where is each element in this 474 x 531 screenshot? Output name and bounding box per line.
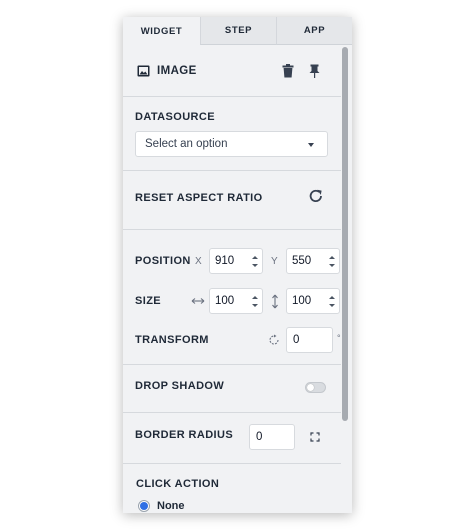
spinner-icon[interactable] xyxy=(252,296,258,307)
rotate-icon xyxy=(268,334,280,346)
horizontal-resize-icon xyxy=(191,296,205,306)
radio-selected-dot xyxy=(140,502,148,510)
position-y-input[interactable]: 550 xyxy=(286,248,340,274)
tab-widget[interactable]: WIDGET xyxy=(123,17,200,45)
position-x-value: 910 xyxy=(215,255,235,267)
position-x-input[interactable]: 910 xyxy=(209,248,263,274)
divider xyxy=(123,463,341,464)
click-action-radio-none[interactable] xyxy=(138,500,150,512)
datasource-select-value: Select an option xyxy=(145,138,228,150)
click-action-label: CLICK ACTION xyxy=(136,478,220,490)
position-y-label: Y xyxy=(271,256,278,267)
size-height-input[interactable]: 100 xyxy=(286,288,340,314)
toggle-knob xyxy=(307,384,314,391)
border-radius-label: BORDER RADIUS xyxy=(135,429,234,441)
refresh-icon[interactable] xyxy=(308,188,324,204)
drop-shadow-label: DROP SHADOW xyxy=(135,380,225,392)
scrollbar[interactable] xyxy=(341,45,349,513)
size-height-value: 100 xyxy=(292,295,312,307)
size-width-input[interactable]: 100 xyxy=(209,288,263,314)
tab-app[interactable]: APP xyxy=(276,17,352,45)
divider xyxy=(123,96,341,97)
transform-input[interactable]: 0 xyxy=(286,327,333,353)
border-radius-input[interactable]: 0 xyxy=(249,424,295,450)
border-radius-value: 0 xyxy=(256,431,263,443)
panel-tabs: WIDGET STEP APP xyxy=(123,17,352,45)
datasource-select[interactable]: Select an option xyxy=(135,131,328,157)
divider xyxy=(123,229,341,230)
reset-aspect-ratio-label: RESET ASPECT RATIO xyxy=(135,192,263,204)
chevron-down-icon xyxy=(308,143,314,147)
vertical-resize-icon xyxy=(271,294,279,309)
spinner-icon[interactable] xyxy=(252,256,258,267)
position-x-label: X xyxy=(195,256,202,267)
click-action-option-none: None xyxy=(157,500,185,512)
transform-value: 0 xyxy=(293,334,300,346)
scrollbar-thumb[interactable] xyxy=(342,47,348,421)
divider xyxy=(123,364,341,365)
widget-title: IMAGE xyxy=(157,65,197,77)
datasource-label: DATASOURCE xyxy=(135,111,215,123)
drop-shadow-toggle[interactable] xyxy=(305,382,326,393)
image-icon xyxy=(137,65,150,77)
tab-step[interactable]: STEP xyxy=(200,17,276,45)
position-y-value: 550 xyxy=(292,255,312,267)
divider xyxy=(123,412,341,413)
spinner-icon[interactable] xyxy=(329,256,335,267)
divider xyxy=(123,170,341,171)
size-label: SIZE xyxy=(135,295,162,307)
position-label: POSITION xyxy=(135,255,191,267)
properties-panel: WIDGET STEP APP IMAGE DATASOURCE Select … xyxy=(123,17,352,513)
delete-icon[interactable] xyxy=(282,64,294,78)
pin-icon[interactable] xyxy=(308,64,321,78)
corners-icon[interactable] xyxy=(310,432,320,442)
transform-label: TRANSFORM xyxy=(135,334,209,346)
spinner-icon[interactable] xyxy=(329,296,335,307)
size-width-value: 100 xyxy=(215,295,235,307)
